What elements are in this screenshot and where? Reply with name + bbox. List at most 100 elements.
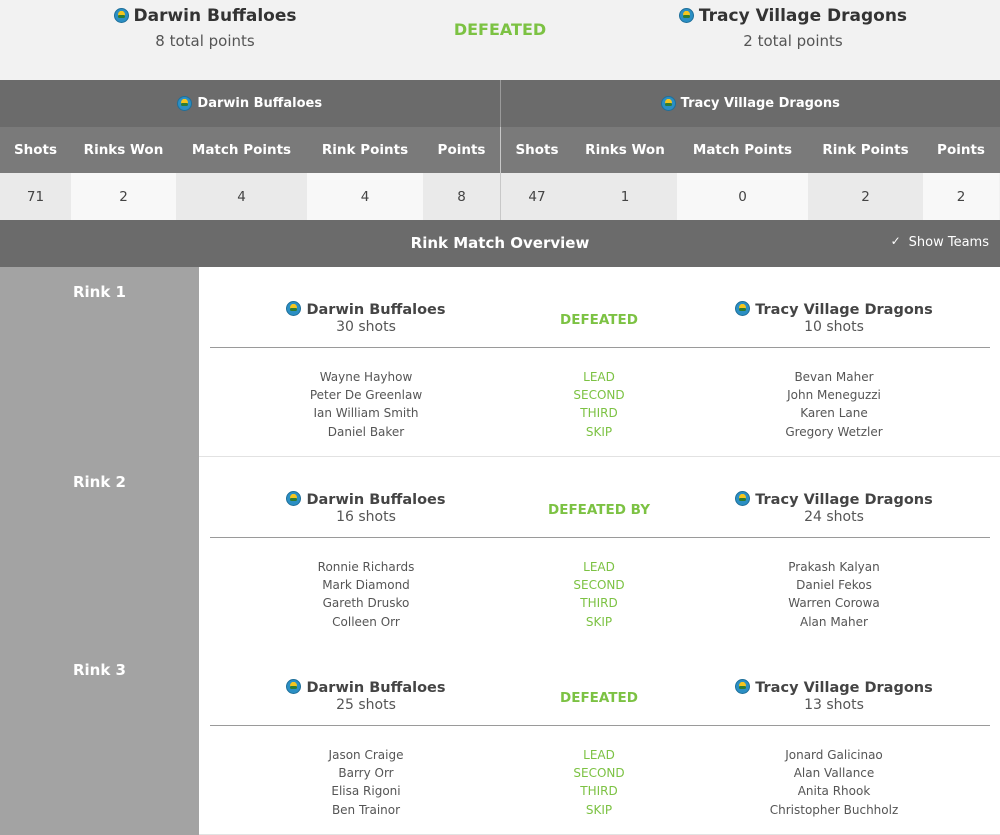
- column-header: Points: [437, 142, 486, 158]
- player-name: Alan Maher: [800, 614, 868, 629]
- player-name: Jason Craige: [328, 748, 404, 762]
- column-header: Shots: [500, 127, 573, 173]
- rink-row: Rink 2 Darwin Buffaloes 16 shots DEFEATE…: [0, 457, 1000, 647]
- player-name: Barry Orr: [338, 766, 394, 781]
- position-label: LEAD: [583, 370, 615, 384]
- position-label: SECOND: [573, 388, 625, 403]
- player-name: Gregory Wetzler: [785, 424, 883, 439]
- rink-label: Rink 1: [0, 267, 199, 457]
- rink-overview-bar: Rink Match Overview Show Teams: [0, 220, 1000, 267]
- team-logo-icon: [177, 96, 193, 111]
- player-name: Jonard Galicinao: [785, 748, 883, 762]
- position-label: SKIP: [585, 802, 613, 817]
- positions-list: LEAD SECOND THIRD SKIP: [499, 558, 699, 631]
- away-team-name[interactable]: Tracy Village Dragons: [699, 6, 907, 26]
- team-logo-icon: [286, 301, 302, 316]
- table-cell: 47: [500, 173, 573, 220]
- divider: [210, 347, 990, 348]
- table-cell: 2: [71, 173, 176, 220]
- rink-away-shots: 24 shots: [804, 509, 864, 525]
- table-cell: 2: [808, 173, 923, 220]
- summary-values-row: 71 2 4 4 8 47 1 0 2 2: [0, 173, 1000, 220]
- team-logo-icon: [113, 8, 129, 23]
- home-players-list: Ronnie Richards Mark Diamond Gareth Drus…: [216, 558, 516, 631]
- column-header: Points: [937, 142, 985, 158]
- rink-home-team: Darwin Buffaloes 16 shots: [216, 491, 516, 525]
- away-players-list: Jonard Galicinao Alan Vallance Anita Rho…: [684, 746, 984, 819]
- team-logo-icon: [286, 679, 302, 694]
- table-cell: 2: [923, 173, 999, 220]
- rink-details: Darwin Buffaloes 16 shots DEFEATED BY Tr…: [199, 457, 1000, 647]
- rink-home-shots: 30 shots: [336, 319, 396, 335]
- rink-away-team: Tracy Village Dragons 13 shots: [684, 679, 984, 713]
- show-teams-label: Show Teams: [908, 235, 989, 250]
- table-cell: 71: [0, 173, 71, 220]
- table-cell: 1: [573, 173, 677, 220]
- position-label: THIRD: [580, 596, 618, 611]
- table-cell: 8: [423, 173, 500, 220]
- team-logo-icon: [735, 679, 751, 694]
- rink-away-team: Tracy Village Dragons 10 shots: [684, 301, 984, 335]
- player-name: John Meneguzzi: [787, 388, 881, 403]
- position-label: SECOND: [573, 578, 625, 593]
- rink-result: DEFEATED BY: [548, 502, 650, 518]
- player-name: Daniel Baker: [327, 424, 405, 439]
- position-label: LEAD: [583, 560, 615, 574]
- player-name: Gareth Drusko: [322, 596, 410, 611]
- column-header: Shots: [13, 142, 58, 158]
- player-name: Daniel Fekos: [796, 578, 872, 593]
- team-logo-icon: [735, 301, 751, 316]
- team-logo-icon: [678, 8, 694, 23]
- divider: [210, 537, 990, 538]
- summary-away-team: Tracy Village Dragons: [501, 80, 1000, 127]
- position-label: THIRD: [580, 406, 618, 421]
- home-total-points: 8 total points: [155, 32, 255, 50]
- home-team-header: Darwin Buffaloes 8 total points: [55, 6, 355, 50]
- rink-away-shots: 10 shots: [804, 319, 864, 335]
- player-name: Mark Diamond: [322, 578, 410, 593]
- away-players-list: Bevan Maher John Meneguzzi Karen Lane Gr…: [684, 368, 984, 441]
- table-cell: 4: [176, 173, 307, 220]
- rink-home-shots: 16 shots: [336, 509, 396, 525]
- rink-home-team: Darwin Buffaloes 25 shots: [216, 679, 516, 713]
- positions-list: LEAD SECOND THIRD SKIP: [499, 368, 699, 441]
- show-teams-toggle[interactable]: Show Teams: [891, 234, 989, 251]
- player-name: Ronnie Richards: [317, 560, 415, 574]
- player-name: Peter De Greenlaw: [309, 388, 423, 403]
- position-label: THIRD: [580, 784, 618, 799]
- player-name: Prakash Kalyan: [788, 560, 880, 574]
- away-players-list: Prakash Kalyan Daniel Fekos Warren Corow…: [684, 558, 984, 631]
- column-header: Rinks Won: [585, 142, 665, 158]
- column-header: Rink Points: [822, 142, 909, 158]
- match-header: Darwin Buffaloes 8 total points DEFEATED…: [0, 0, 1000, 80]
- positions-list: LEAD SECOND THIRD SKIP: [499, 746, 699, 819]
- player-name: Christopher Buchholz: [769, 802, 899, 817]
- rink-label: Rink 2: [0, 457, 199, 647]
- away-total-points: 2 total points: [743, 32, 843, 50]
- home-team-name[interactable]: Darwin Buffaloes: [134, 6, 297, 26]
- player-name: Warren Corowa: [788, 596, 880, 611]
- rink-label: Rink 3: [0, 645, 199, 835]
- divider: [210, 725, 990, 726]
- rink-details: Darwin Buffaloes 25 shots DEFEATED Tracy…: [199, 645, 1000, 835]
- player-name: Wayne Hayhow: [319, 370, 413, 384]
- summary-table: Darwin Buffaloes Tracy Village Dragons S…: [0, 80, 1000, 220]
- checkbox-icon[interactable]: [891, 234, 903, 249]
- player-name: Karen Lane: [800, 406, 868, 421]
- team-logo-icon: [660, 96, 676, 111]
- player-name: Colleen Orr: [332, 614, 400, 629]
- player-name: Alan Vallance: [793, 766, 875, 781]
- rink-overview-title: Rink Match Overview: [410, 234, 590, 252]
- team-logo-icon: [286, 491, 302, 506]
- team-logo-icon: [735, 491, 751, 506]
- rink-away-shots: 13 shots: [804, 697, 864, 713]
- player-name: Anita Rhook: [797, 784, 871, 799]
- player-name: Ian William Smith: [313, 406, 419, 421]
- position-label: SKIP: [585, 424, 613, 439]
- rink-result: DEFEATED: [560, 690, 638, 706]
- match-result: DEFEATED: [453, 20, 547, 39]
- table-cell: 4: [307, 173, 423, 220]
- column-header: Rinks Won: [83, 142, 164, 158]
- player-name: Bevan Maher: [794, 370, 874, 384]
- position-label: LEAD: [583, 748, 615, 762]
